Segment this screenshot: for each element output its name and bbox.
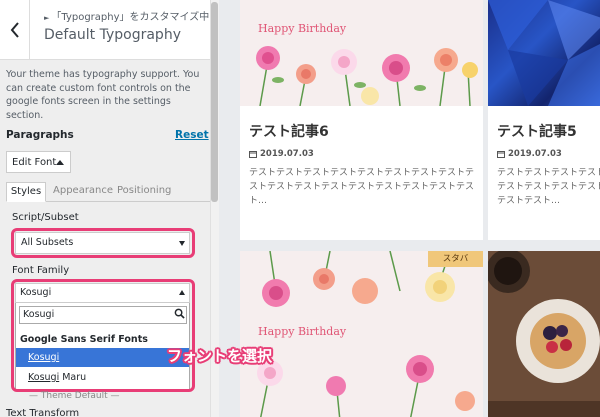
post-card[interactable] — [488, 251, 600, 417]
calendar-icon — [249, 151, 257, 158]
post-thumbnail: Happy Birthday スタバ — [240, 251, 483, 417]
font-family-dropdown: Kosugi Google Sans Serif Fonts Kosugi Ko… — [15, 303, 190, 390]
caret-down-icon — [179, 241, 185, 246]
typography-description: Your theme has typography support. You c… — [6, 69, 200, 121]
abstract-image — [488, 0, 600, 106]
font-search-input[interactable]: Kosugi — [19, 306, 187, 324]
caret-up-icon — [56, 160, 64, 165]
script-subset-select[interactable]: All Subsets — [15, 232, 190, 254]
scrollbar-thumb[interactable] — [211, 2, 218, 202]
chevron-left-icon — [10, 22, 19, 38]
font-option-kosugi-maru[interactable]: Kosugi Maru — [16, 368, 189, 387]
calendar-icon — [497, 151, 505, 158]
panel-header: ► 「Typography」をカスタマイズ中 Default Typography — [0, 0, 210, 60]
post-thumbnail — [488, 251, 600, 417]
post-card[interactable]: テスト記事5 2019.07.03 テストテストテストテストテストテストテストテ… — [488, 0, 600, 240]
caret-right-icon: ► — [44, 14, 50, 22]
paragraphs-heading: Paragraphs — [6, 129, 74, 141]
post-card[interactable]: Happy Birthday スタバ — [240, 251, 483, 417]
post-title[interactable]: テスト記事5 — [497, 121, 577, 141]
post-thumbnail: Happy Birthday — [240, 0, 483, 106]
post-date: 2019.07.03 — [249, 149, 314, 159]
image-caption: Happy Birthday — [258, 325, 347, 338]
section-title: Default Typography — [44, 27, 181, 43]
font-tabs: Styles Appearance Positioning — [6, 182, 210, 202]
image-caption: Happy Birthday — [258, 22, 347, 35]
category-tag[interactable]: スタバ — [428, 251, 483, 267]
font-family-select[interactable]: Kosugi — [15, 283, 190, 303]
breadcrumb: ► 「Typography」をカスタマイズ中 — [44, 12, 210, 23]
post-thumbnail — [488, 0, 600, 106]
font-group-label: Google Sans Serif Fonts — [20, 334, 148, 345]
back-button[interactable] — [0, 0, 30, 60]
post-excerpt: テストテストテストテストテストテストテストテストテストテストテストテストテストテ… — [249, 168, 475, 206]
theme-default-option: — Theme Default — — [29, 391, 120, 401]
caret-up-icon — [179, 290, 185, 295]
site-preview: Happy Birthday テスト記事6 2019.07.03 テストテストテ… — [219, 0, 600, 417]
post-title[interactable]: テスト記事6 — [249, 121, 329, 141]
post-card[interactable]: Happy Birthday テスト記事6 2019.07.03 テストテストテ… — [240, 0, 483, 240]
script-subset-label: Script/Subset — [12, 212, 79, 223]
font-option-kosugi[interactable]: Kosugi — [16, 348, 189, 367]
post-date: 2019.07.03 — [497, 149, 562, 159]
tab-appearance[interactable]: Appearance — [53, 182, 113, 202]
edit-font-button[interactable]: Edit Font — [6, 151, 71, 173]
tab-positioning[interactable]: Positioning — [117, 182, 171, 202]
search-icon — [174, 308, 185, 319]
reset-link[interactable]: Reset — [175, 129, 209, 141]
font-family-label: Font Family — [12, 265, 70, 276]
dessert-image — [488, 251, 600, 417]
flower-image — [256, 46, 478, 106]
text-transform-label: Text Transform — [6, 408, 80, 417]
post-excerpt: テストテストテストテストテストテストテストテストテストテスト… — [497, 168, 600, 206]
callout-annotation: フォントを選択 — [167, 347, 273, 365]
tab-styles[interactable]: Styles — [6, 182, 46, 202]
